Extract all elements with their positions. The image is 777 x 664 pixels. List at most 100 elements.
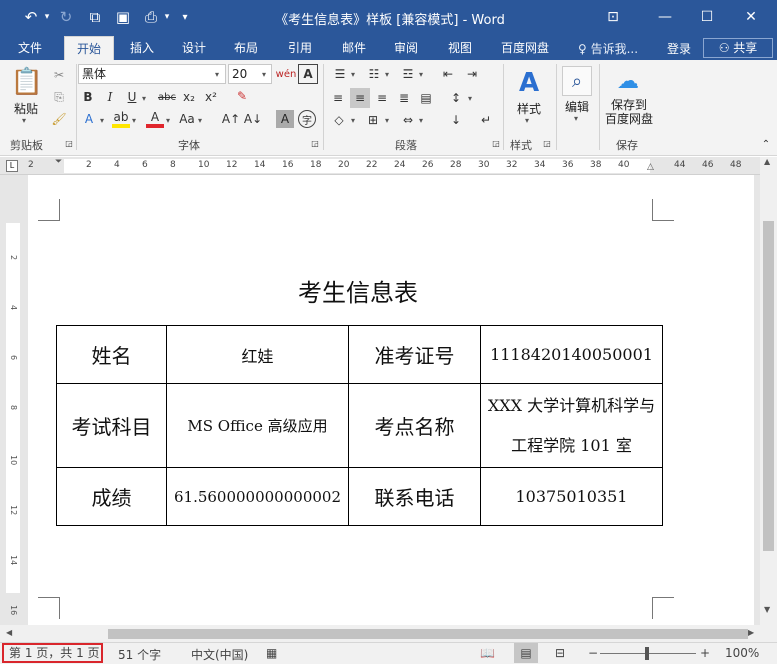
- customize-qa-icon[interactable]: ▾: [178, 6, 192, 28]
- text-effects-icon[interactable]: A: [80, 110, 98, 128]
- multilevel-list-icon[interactable]: ☲: [398, 64, 418, 84]
- tab-mailings[interactable]: 邮件: [334, 36, 374, 60]
- font-name-input[interactable]: 黑体: [78, 64, 226, 84]
- font-name-dropdown-icon[interactable]: ▾: [215, 70, 219, 79]
- styles-dropdown-icon[interactable]: ▾: [525, 116, 529, 125]
- document-page[interactable]: 考生信息表 姓名 红娃 准考证号 1118420140050001 考试科目 M…: [28, 175, 754, 625]
- table-cell[interactable]: 1118420140050001: [480, 325, 663, 384]
- chinese-layout-icon[interactable]: ⇔: [398, 110, 418, 130]
- table-cell[interactable]: 考试科目: [56, 383, 167, 468]
- table-cell[interactable]: 联系电话: [348, 467, 481, 526]
- table-cell[interactable]: 成绩: [56, 467, 167, 526]
- increase-indent-icon[interactable]: ⇥: [462, 64, 482, 84]
- table-cell[interactable]: XXX 大学计算机科学与工程学院 101 室: [480, 383, 663, 468]
- scroll-left-icon[interactable]: ◀: [6, 628, 12, 637]
- char-border-icon[interactable]: A: [298, 64, 318, 84]
- change-case-icon[interactable]: Aa: [178, 110, 196, 128]
- borders-dropdown-icon[interactable]: ▾: [385, 116, 389, 125]
- phonetic-guide-icon[interactable]: wén: [275, 64, 297, 84]
- styles-button-label[interactable]: 样式: [508, 100, 550, 117]
- shrink-font-icon[interactable]: A↓: [244, 110, 262, 128]
- tab-file[interactable]: 文件: [8, 36, 52, 60]
- styles-launcher-icon[interactable]: ◲: [542, 138, 552, 148]
- vertical-scroll-thumb[interactable]: [763, 221, 774, 551]
- align-right-icon[interactable]: ≡: [372, 88, 392, 108]
- distributed-icon[interactable]: ▤: [416, 88, 436, 108]
- enclose-char-icon[interactable]: 字: [298, 110, 316, 128]
- tab-home[interactable]: 开始: [64, 36, 114, 60]
- bold-icon[interactable]: B: [80, 88, 96, 106]
- styles-icon[interactable]: A: [512, 66, 546, 100]
- right-indent-marker-icon[interactable]: △: [647, 162, 654, 172]
- zoom-in-icon[interactable]: +: [700, 646, 710, 660]
- tab-selector-icon[interactable]: L: [6, 160, 18, 172]
- font-color-icon[interactable]: A: [146, 110, 164, 128]
- underline-icon[interactable]: U: [124, 88, 140, 106]
- clipboard-launcher-icon[interactable]: ◲: [64, 138, 74, 148]
- change-case-dropdown-icon[interactable]: ▾: [198, 116, 202, 125]
- paragraph-launcher-icon[interactable]: ◲: [491, 138, 501, 148]
- line-spacing-dropdown-icon[interactable]: ▾: [468, 94, 472, 103]
- qa-dropdown-icon[interactable]: ▾: [162, 6, 172, 28]
- clear-formatting-icon[interactable]: ✎: [232, 86, 252, 106]
- login-button[interactable]: 登录: [667, 40, 691, 57]
- indent-marker-icon[interactable]: ⏷: [55, 157, 62, 167]
- strikethrough-icon[interactable]: abc: [156, 88, 178, 106]
- document-area[interactable]: 考生信息表 姓名 红娃 准考证号 1118420140050001 考试科目 M…: [24, 175, 760, 625]
- tab-references[interactable]: 引用: [280, 36, 320, 60]
- tell-me-box[interactable]: ♀ 告诉我...: [578, 40, 638, 57]
- line-spacing-icon[interactable]: ↕: [446, 88, 466, 108]
- scroll-up-icon[interactable]: ▲: [764, 157, 770, 166]
- decrease-indent-icon[interactable]: ⇤: [438, 64, 458, 84]
- justify-icon[interactable]: ≣: [394, 88, 414, 108]
- vertical-scrollbar[interactable]: ▲ ▼: [760, 157, 777, 625]
- zoom-out-icon[interactable]: −: [588, 646, 598, 660]
- macro-record-icon[interactable]: ▦: [266, 646, 277, 660]
- scroll-right-icon[interactable]: ▶: [748, 628, 754, 637]
- text-effects-dropdown-icon[interactable]: ▾: [100, 116, 104, 125]
- show-marks-icon[interactable]: ↵: [476, 110, 496, 130]
- scroll-down-icon[interactable]: ▼: [764, 605, 770, 614]
- print-layout-icon[interactable]: ▤: [514, 643, 538, 663]
- tab-baidu[interactable]: 百度网盘: [494, 36, 556, 60]
- italic-icon[interactable]: I: [102, 88, 118, 106]
- table-cell[interactable]: 准考证号: [348, 325, 481, 384]
- font-launcher-icon[interactable]: ◲: [310, 138, 320, 148]
- web-layout-icon[interactable]: ⊟: [555, 646, 565, 660]
- tab-insert[interactable]: 插入: [122, 36, 162, 60]
- read-mode-icon[interactable]: 📖: [480, 646, 495, 660]
- close-icon[interactable]: ✕: [734, 4, 768, 30]
- share-button[interactable]: ⚇ 共享: [703, 38, 773, 58]
- table-cell[interactable]: MS Office 高级应用: [166, 383, 349, 468]
- page-number-status[interactable]: 第 1 页，共 1 页: [2, 643, 103, 663]
- numbering-icon[interactable]: ☷: [364, 64, 384, 84]
- font-size-dropdown-icon[interactable]: ▾: [262, 70, 266, 79]
- sort-icon[interactable]: ↓: [446, 110, 466, 130]
- highlight-dropdown-icon[interactable]: ▾: [132, 116, 136, 125]
- editing-dropdown-icon[interactable]: ▾: [574, 114, 578, 123]
- zoom-slider-thumb[interactable]: [645, 647, 649, 660]
- borders-icon[interactable]: ⊞: [362, 110, 384, 130]
- horizontal-scroll-thumb[interactable]: [108, 629, 748, 639]
- zoom-level[interactable]: 100%: [725, 646, 759, 660]
- highlight-icon[interactable]: ab: [112, 110, 130, 128]
- bullets-icon[interactable]: ☰: [330, 64, 350, 84]
- print-preview-icon[interactable]: ⎙: [140, 6, 162, 28]
- language-status[interactable]: 中文(中国): [191, 646, 248, 663]
- underline-dropdown-icon[interactable]: ▾: [142, 94, 146, 103]
- paste-label[interactable]: 粘贴: [8, 100, 44, 117]
- word-count-status[interactable]: 51 个字: [118, 646, 161, 663]
- superscript-icon[interactable]: x²: [202, 88, 220, 106]
- cut-icon[interactable]: ✂: [50, 66, 68, 84]
- char-shading-icon[interactable]: A: [276, 110, 294, 128]
- format-painter-icon[interactable]: 🖌: [50, 110, 68, 128]
- tab-review[interactable]: 审阅: [386, 36, 426, 60]
- copy-icon[interactable]: ⎘: [50, 88, 68, 106]
- save-icon[interactable]: ▣: [112, 6, 134, 28]
- chinese-layout-dropdown-icon[interactable]: ▾: [419, 116, 423, 125]
- ribbon-options-icon[interactable]: ⊡: [596, 4, 630, 30]
- touch-mode-icon[interactable]: ⧉: [84, 6, 106, 28]
- align-center-icon[interactable]: ≡: [350, 88, 370, 108]
- numbering-dropdown-icon[interactable]: ▾: [385, 70, 389, 79]
- paste-dropdown-icon[interactable]: ▾: [22, 116, 26, 125]
